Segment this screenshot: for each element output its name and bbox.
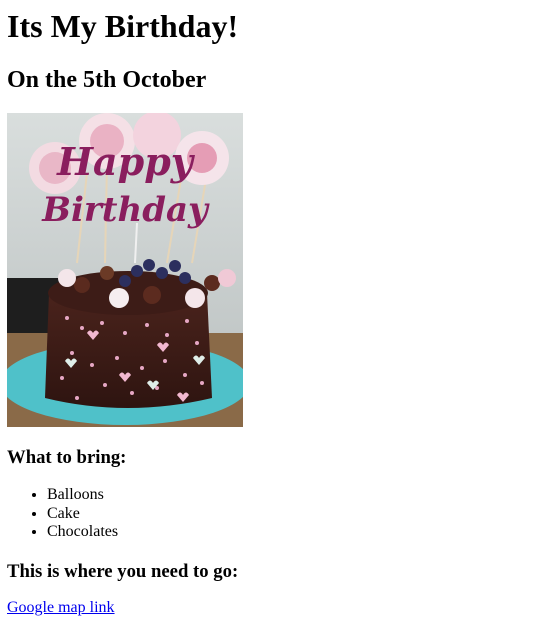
location-heading: This is where you need to go:: [7, 561, 239, 582]
page-title: Its My Birthday!: [7, 8, 239, 44]
what-to-bring-heading: What to bring:: [7, 447, 127, 468]
list-item: Chocolates: [47, 523, 118, 542]
google-map-link[interactable]: Google map link: [7, 599, 115, 617]
bring-list: Balloons Cake Chocolates: [7, 486, 118, 542]
topper-birthday-text: Birthday: [41, 190, 210, 230]
birthday-cake-image: Happy Birthday: [7, 113, 243, 427]
list-item: Balloons: [47, 486, 118, 505]
topper-happy-text: Happy: [56, 139, 196, 184]
list-item: Cake: [47, 505, 118, 524]
event-date-heading: On the 5th October: [7, 67, 207, 93]
